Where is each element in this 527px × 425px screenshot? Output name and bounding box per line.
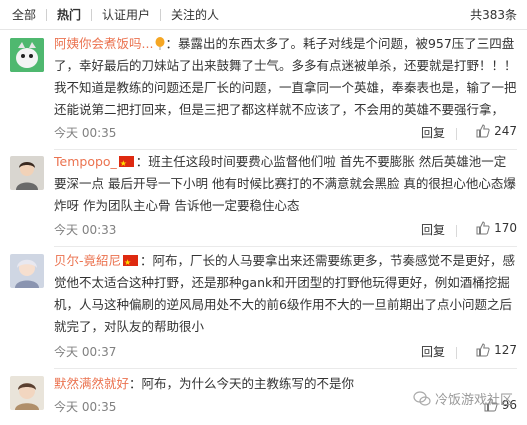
comment-username[interactable]: Tempopo_ (54, 154, 117, 169)
tab-all[interactable]: 全部 (8, 0, 46, 30)
china-flag-icon (118, 153, 134, 175)
avatar[interactable] (10, 254, 44, 288)
comment-meta: 今天 00:35 回复 247 (54, 124, 517, 144)
avatar[interactable] (10, 38, 44, 72)
reply-button[interactable]: 回复 (421, 124, 445, 141)
thumbs-up-icon (476, 343, 490, 357)
watermark-text: 冷饭游戏社区 (434, 393, 513, 408)
wechat-icon (413, 390, 431, 406)
comment-body: 贝尔-竟紹尼：阿布，厂长的人马要拿出来还需要练更多，节奏感觉不是更好，感觉他不太… (54, 250, 517, 338)
like-button[interactable]: 127 (476, 343, 517, 357)
like-count: 247 (494, 124, 517, 138)
comment-filter-tabs: 全部 热门 认证用户 关注的人 共383条 (0, 0, 527, 30)
comment-text: ：阿布，为什么今天的主教练写的不是你 (129, 376, 355, 391)
reply-button[interactable]: 回复 (421, 343, 445, 360)
thumbs-up-icon (476, 124, 490, 138)
comment-divider (54, 368, 517, 369)
meta-divider (456, 128, 457, 140)
avatar[interactable] (10, 156, 44, 190)
comment-time: 今天 00:35 (54, 400, 117, 414)
comment-username[interactable]: 默然满然就好 (54, 376, 129, 391)
like-count: 127 (494, 343, 517, 357)
watermark: 冷饭游戏社区 (413, 389, 513, 408)
comment-meta: 今天 00:33 回复 170 (54, 221, 517, 241)
comment-time: 今天 00:37 (54, 345, 117, 359)
meta-divider (456, 347, 457, 359)
comment-time: 今天 00:33 (54, 223, 117, 237)
china-flag-icon (123, 252, 139, 274)
like-button[interactable]: 247 (476, 124, 517, 138)
like-button[interactable]: 170 (476, 221, 517, 235)
meta-divider (456, 225, 457, 237)
reply-button[interactable]: 回复 (421, 221, 445, 238)
comment-body: Tempopo_：班主任这段时间要费心监督他们啦 首先不要膨胀 然后英雄池一定要… (54, 151, 517, 217)
tab-hot[interactable]: 热门 (47, 0, 91, 30)
avatar[interactable] (10, 376, 44, 410)
comment-body: 阿姨你会煮饭吗... ：暴露出的东西太多了。耗子对线是个问题，被957压了三四盘了… (54, 36, 517, 117)
tab-following[interactable]: 关注的人 (161, 0, 229, 30)
comment-count: 共383条 (470, 8, 517, 22)
comment-meta: 今天 00:37 回复 127 (54, 343, 517, 363)
comment-username[interactable]: 阿姨你会煮饭吗 (54, 36, 142, 51)
comment-divider (54, 246, 517, 247)
comment-username[interactable]: 贝尔-竟紹尼 (54, 253, 121, 268)
comment-time: 今天 00:35 (54, 126, 117, 140)
balloon-icon (155, 37, 165, 50)
comment-divider (54, 149, 517, 150)
thumbs-up-icon (476, 221, 490, 235)
like-count: 170 (494, 221, 517, 235)
tab-verified-users[interactable]: 认证用户 (92, 0, 160, 30)
